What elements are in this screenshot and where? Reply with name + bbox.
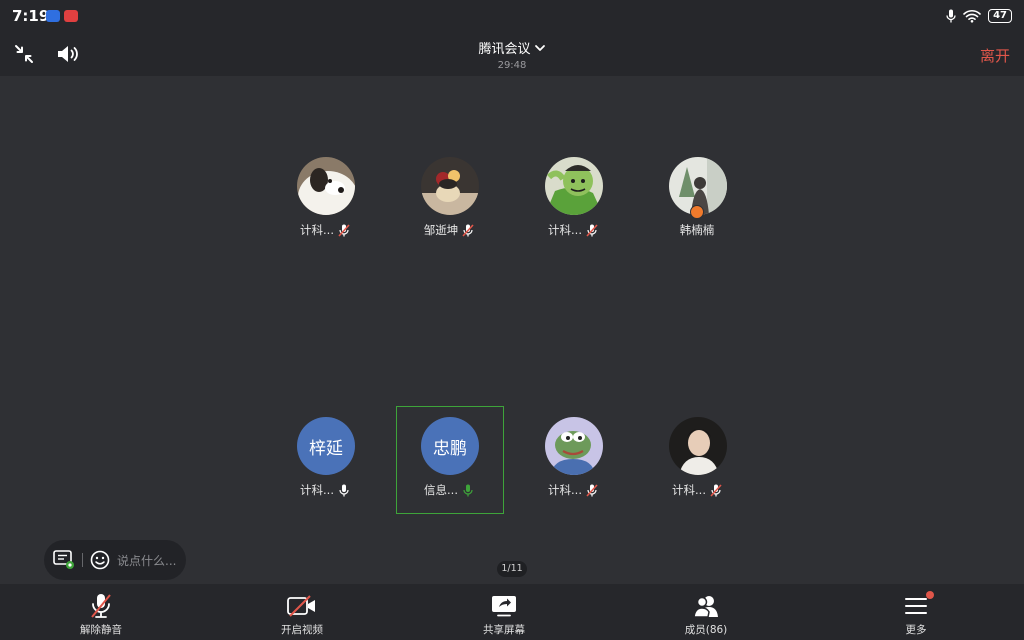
share-screen-icon <box>492 596 516 617</box>
more-label: 更多 <box>905 624 927 636</box>
more-button[interactable]: 更多 <box>861 584 971 640</box>
bottom-toolbar: 解除静音 开启视频 共享屏幕 成员(86) 更多 <box>0 584 1024 640</box>
mic-muted-icon <box>338 223 350 237</box>
participant-name: 计科... <box>548 223 582 237</box>
meeting-title[interactable]: 腾讯会议 <box>478 38 545 57</box>
divider <box>82 553 83 567</box>
mic-muted-icon <box>710 483 722 497</box>
app-notification-icon-2 <box>64 10 78 22</box>
participant-tile[interactable]: 计科... <box>521 147 629 255</box>
page-indicator: 1/11 <box>497 561 527 577</box>
status-indicators: 47 <box>946 8 1012 24</box>
menu-icon <box>905 598 927 614</box>
app-notification-icon <box>46 10 60 22</box>
participant-name: 计科... <box>300 223 334 237</box>
participant-tile-active-speaker[interactable]: 忠鹏 信息... <box>396 406 504 514</box>
members-icon <box>693 596 718 618</box>
participant-nameline: 计科... <box>521 222 625 238</box>
participant-nameline: 邹逝坤 <box>397 222 501 238</box>
participant-nameline: 韩楠楠 <box>645 222 749 238</box>
leave-button[interactable]: 离开 <box>980 45 1010 66</box>
members-label: 成员(86) <box>684 624 728 636</box>
status-time: 7:19 <box>12 7 50 25</box>
unmute-label: 解除静音 <box>80 624 122 636</box>
participant-nameline: 信息... <box>397 482 501 498</box>
mic-muted-icon <box>91 594 111 618</box>
participant-nameline: 计科... <box>273 222 377 238</box>
exit-fullscreen-icon <box>15 45 33 63</box>
participant-name: 计科... <box>300 483 334 497</box>
meeting-top-bar: 腾讯会议 29:48 离开 <box>0 32 1024 76</box>
participant-name: 邹逝坤 <box>423 223 459 237</box>
meeting-info[interactable]: 腾讯会议 29:48 <box>412 38 612 71</box>
members-button[interactable]: 成员(86) <box>651 584 761 640</box>
participant-tile[interactable]: 韩楠楠 <box>645 147 753 255</box>
participant-tile[interactable]: 计科... <box>645 407 753 515</box>
speaker-button[interactable] <box>56 44 80 68</box>
avatar <box>297 157 355 215</box>
unmute-button[interactable]: 解除静音 <box>46 584 156 640</box>
avatar <box>545 157 603 215</box>
participant-name: 计科... <box>672 483 706 497</box>
camera-off-icon <box>287 595 315 617</box>
participant-tile[interactable]: 计科... <box>521 407 629 515</box>
chat-placeholder[interactable]: 说点什么... <box>117 552 176 569</box>
mic-speaking-icon <box>463 484 473 496</box>
share-screen-button[interactable]: 共享屏幕 <box>449 584 559 640</box>
mic-muted-icon <box>586 223 598 237</box>
participant-tile[interactable]: 邹逝坤 <box>397 147 505 255</box>
mic-muted-icon <box>586 483 598 497</box>
exit-fullscreen-button[interactable] <box>14 44 34 68</box>
status-bar: 7:19 47 <box>0 0 1024 32</box>
chat-bubble-toggle-icon[interactable] <box>53 550 75 570</box>
battery-indicator: 47 <box>988 9 1012 23</box>
meeting-title-text: 腾讯会议 <box>478 42 531 57</box>
avatar-initials: 忠鹏 <box>421 417 479 475</box>
mic-muted-icon <box>462 223 474 237</box>
participant-name: 计科... <box>548 483 582 497</box>
emoji-icon[interactable] <box>90 550 110 570</box>
participant-tile[interactable]: 梓延 计科... <box>273 407 381 515</box>
avatar <box>421 157 479 215</box>
avatar-initials: 梓延 <box>297 417 355 475</box>
chevron-down-icon <box>534 44 545 51</box>
share-screen-label: 共享屏幕 <box>483 624 525 636</box>
participant-nameline: 计科... <box>645 482 749 498</box>
participant-nameline: 计科... <box>273 482 377 498</box>
avatar <box>669 417 727 475</box>
start-video-button[interactable]: 开启视频 <box>247 584 357 640</box>
speaker-icon <box>58 46 78 62</box>
participant-tile[interactable]: 计科... <box>273 147 381 255</box>
host-badge-icon <box>690 205 704 219</box>
microphone-status-icon <box>946 9 956 23</box>
chat-input-bar[interactable]: 说点什么... <box>44 540 186 580</box>
meeting-duration: 29:48 <box>497 60 527 71</box>
start-video-label: 开启视频 <box>281 624 323 636</box>
participant-name: 信息... <box>424 483 458 497</box>
wifi-icon <box>963 10 981 23</box>
participant-name: 韩楠楠 <box>679 223 715 237</box>
mic-icon <box>339 484 349 496</box>
participant-nameline: 计科... <box>521 482 625 498</box>
notification-dot <box>926 591 934 599</box>
avatar <box>545 417 603 475</box>
